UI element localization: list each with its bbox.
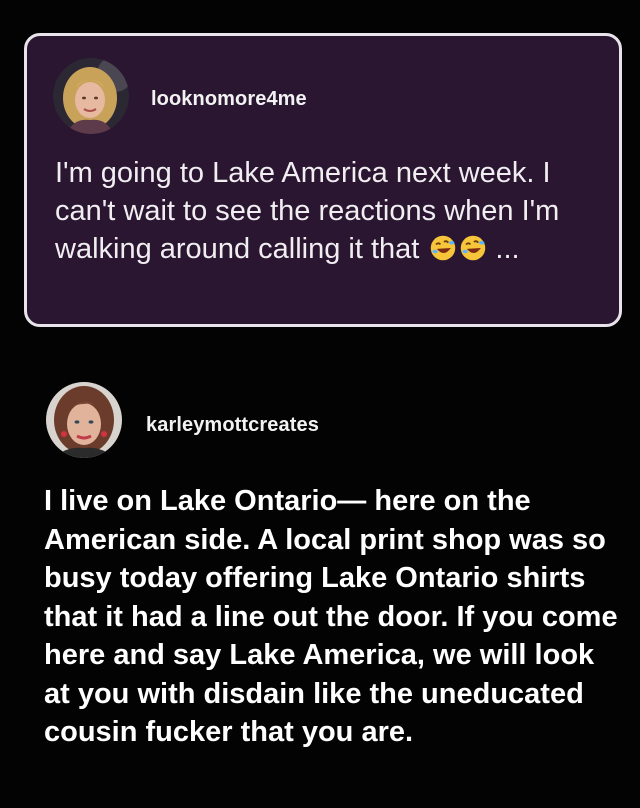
username[interactable]: looknomore4me: [151, 88, 307, 111]
reply-post: karleymottcreates I live on Lake Ontario…: [0, 370, 640, 808]
avatar[interactable]: [53, 58, 129, 134]
rolling-on-floor-laughing-icon: [461, 235, 486, 261]
original-post-card: looknomore4me I'm going to Lake America …: [24, 33, 622, 327]
reply-text: I live on Lake Ontario— here on the Amer…: [44, 485, 618, 748]
rolling-on-floor-laughing-icon: [431, 235, 456, 261]
user-photo-icon: [53, 58, 129, 134]
post-text: I'm going to Lake America next week. I c…: [55, 154, 615, 268]
avatar[interactable]: [46, 382, 122, 458]
more-ellipsis[interactable]: ...: [495, 233, 519, 265]
user-photo-icon: [46, 382, 122, 458]
username[interactable]: karleymottcreates: [146, 414, 319, 437]
